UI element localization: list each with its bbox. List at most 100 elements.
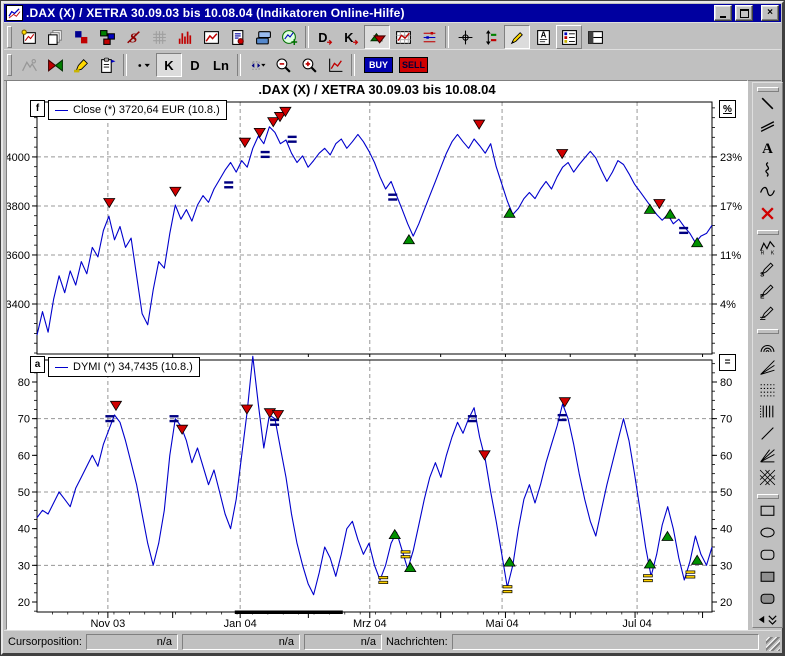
sidebar-scroll-arrows[interactable] xyxy=(753,612,782,626)
diagonal-line-tool[interactable] xyxy=(755,425,781,447)
linestyle-dropdown[interactable] xyxy=(130,53,156,77)
linked-windows-button[interactable] xyxy=(94,25,120,49)
filled-rect-tool[interactable] xyxy=(755,568,781,590)
resize-grip[interactable] xyxy=(766,637,780,651)
toolbar-grip[interactable] xyxy=(757,230,779,235)
daily-button[interactable]: D xyxy=(312,25,338,49)
draw-text-tool[interactable]: A xyxy=(755,139,781,161)
line-chart-button[interactable] xyxy=(198,25,224,49)
zoom-out-button[interactable] xyxy=(270,53,296,77)
h-arrows-dropdown-icon xyxy=(249,57,266,74)
toolbar-grip[interactable] xyxy=(7,26,12,48)
rectangle-tool[interactable] xyxy=(755,502,781,524)
draw-mode-button[interactable] xyxy=(504,25,530,49)
log-scale-button[interactable]: Ln xyxy=(208,53,234,77)
svg-text:D: D xyxy=(318,29,327,44)
legend-line-sample xyxy=(55,367,68,368)
trend-pencil-s-tool[interactable]: S xyxy=(755,260,781,282)
grid-button[interactable] xyxy=(146,25,172,49)
equal-scale-button[interactable]: = xyxy=(719,354,736,371)
svg-text:K: K xyxy=(344,29,354,44)
indicator-lines-button[interactable] xyxy=(416,25,442,49)
trend-pencil-lines-tool[interactable] xyxy=(755,304,781,326)
triangles-button[interactable] xyxy=(42,53,68,77)
shift-scale-button[interactable] xyxy=(478,25,504,49)
draw-freehand-tool[interactable] xyxy=(755,161,781,183)
statusbar: Cursorposition: n/a n/a n/a Nachrichten: xyxy=(4,630,781,652)
bar-width-dropdown[interactable] xyxy=(244,53,270,77)
new-chart-button[interactable] xyxy=(16,25,42,49)
draw-parallel-tool[interactable] xyxy=(755,117,781,139)
maximize-button[interactable] xyxy=(735,5,753,21)
stack-button[interactable] xyxy=(250,25,276,49)
signals-button[interactable] xyxy=(364,25,390,49)
window-title: .DAX (X) / XETRA 30.09.03 bis 10.08.04 (… xyxy=(26,6,711,20)
fib-arcs-tool[interactable] xyxy=(755,337,781,359)
zigzag-tool[interactable]: RK xyxy=(755,238,781,260)
highlighter-button[interactable] xyxy=(68,53,94,77)
pencil-icon xyxy=(509,29,526,46)
kurs-button[interactable]: K xyxy=(338,25,364,49)
close-button[interactable]: × xyxy=(761,5,779,21)
minimize-button[interactable] xyxy=(714,5,732,21)
sell-button[interactable]: SELL xyxy=(399,57,428,73)
no-signals-button[interactable]: S xyxy=(120,25,146,49)
speed-lines-tool[interactable] xyxy=(755,447,781,469)
fan-lines-tool[interactable] xyxy=(755,359,781,381)
dash-marker xyxy=(105,415,114,417)
web-chart-button[interactable] xyxy=(276,25,302,49)
toolbar-grip[interactable] xyxy=(7,54,12,76)
percent-scale-button[interactable]: % xyxy=(719,100,736,118)
drawing-toolbar: A RKSE xyxy=(752,82,783,628)
draw-pencil-lines-icon xyxy=(759,304,776,326)
volume-button[interactable] xyxy=(172,25,198,49)
svg-text:R: R xyxy=(761,250,765,255)
pane2-function-button[interactable]: a xyxy=(30,356,45,373)
dash-marker xyxy=(558,419,567,421)
buy-signal-marker xyxy=(662,531,673,540)
daily-mode-button[interactable]: D xyxy=(182,53,208,77)
buy-signal-marker xyxy=(389,530,400,539)
draw-delete-icon xyxy=(759,205,776,227)
app-icon[interactable] xyxy=(6,5,23,21)
close-icon: × xyxy=(767,8,773,18)
pane1-function-button[interactable]: f xyxy=(30,100,45,117)
filled-roundrect-tool[interactable] xyxy=(755,590,781,612)
gann-grid-tool[interactable] xyxy=(755,469,781,491)
x-axis-label: Mai 04 xyxy=(486,618,519,630)
clipboard-button[interactable] xyxy=(94,53,120,77)
dash-marker-yellow xyxy=(643,579,652,581)
buy-button[interactable]: BUY xyxy=(364,57,393,73)
vertical-lines-tool[interactable] xyxy=(755,403,781,425)
crosshair-button[interactable] xyxy=(452,25,478,49)
dash-marker-yellow xyxy=(503,586,512,588)
svg-text:60: 60 xyxy=(18,450,30,462)
toolbar-grip[interactable] xyxy=(757,329,779,334)
sell-signal-marker xyxy=(170,187,181,196)
fib-levels-tool[interactable] xyxy=(755,381,781,403)
copy-pages-button[interactable] xyxy=(42,25,68,49)
scale-chart-button[interactable] xyxy=(322,53,348,77)
draw-curve-tool[interactable] xyxy=(755,183,781,205)
tile-windows-button[interactable] xyxy=(68,25,94,49)
trend-pencil-e-tool[interactable]: E xyxy=(755,282,781,304)
text-report-button[interactable]: A xyxy=(530,25,556,49)
ellipse-tool[interactable] xyxy=(755,524,781,546)
draw-line-tool[interactable] xyxy=(755,95,781,117)
color-list-button[interactable] xyxy=(556,25,582,49)
landscape-button[interactable] xyxy=(16,53,42,77)
toolbar-grip[interactable] xyxy=(757,494,779,499)
delete-drawing-tool[interactable] xyxy=(755,205,781,227)
chart-panel: .DAX (X) / XETRA 30.09.03 bis 10.08.04 4… xyxy=(6,80,748,630)
report-button[interactable] xyxy=(224,25,250,49)
dash-marker xyxy=(288,136,297,138)
dash-marker xyxy=(224,186,233,188)
split-view-button[interactable] xyxy=(582,25,608,49)
svg-text:23%: 23% xyxy=(720,152,742,164)
copy-pages-icon xyxy=(47,29,64,46)
toolbar-grip[interactable] xyxy=(757,87,779,92)
zoom-in-button[interactable] xyxy=(296,53,322,77)
rounded-rect-tool[interactable] xyxy=(755,546,781,568)
chart-grid-button[interactable] xyxy=(390,25,416,49)
kerzen-mode-button[interactable]: K xyxy=(156,53,182,77)
